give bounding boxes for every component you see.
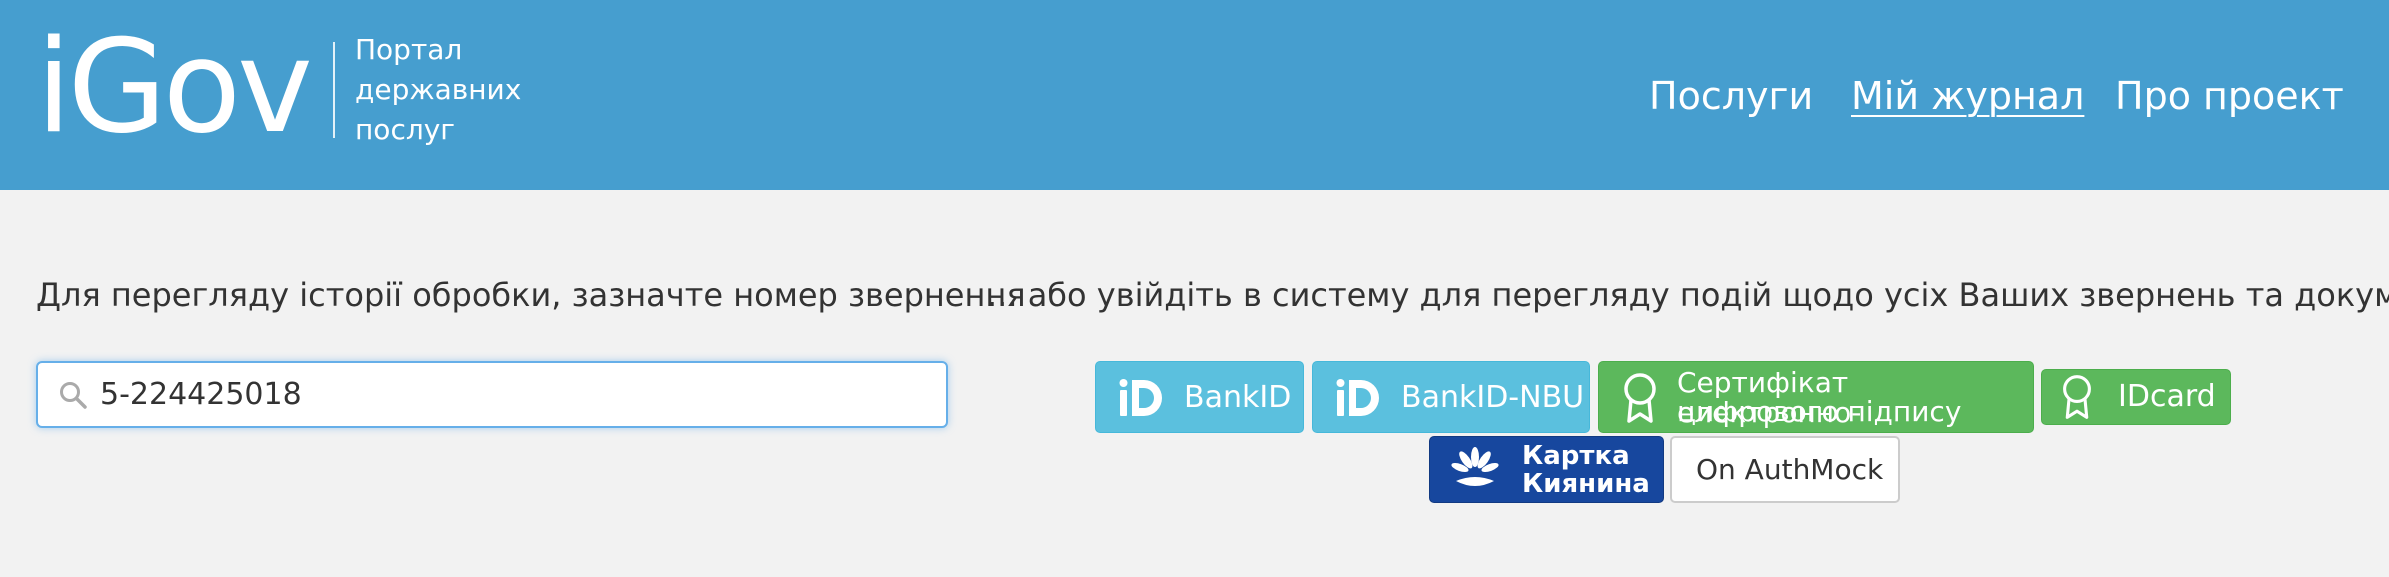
bankid-login-button[interactable]: BankID	[1095, 361, 1304, 433]
kyiv-card-label-line-2: Киянина	[1522, 469, 1650, 499]
chestnut-flower-icon	[1451, 447, 1499, 486]
tagline-line-3: послуг	[355, 113, 456, 146]
bankid-nbu-login-button[interactable]: BankID-NBU	[1312, 361, 1590, 433]
digital-signature-login-button[interactable]: Сертифікат електронно- цифрового підпису	[1598, 361, 2034, 433]
request-number-input[interactable]	[100, 363, 920, 426]
authmock-label: On AuthMock	[1696, 453, 1884, 486]
idcard-login-button[interactable]: IDcard	[2041, 369, 2231, 425]
nav-about-link[interactable]: Про проект	[2115, 70, 2344, 122]
cert-label-line-2: цифрового підпису	[1677, 395, 1962, 428]
bankid-logo-icon	[1336, 379, 1379, 416]
award-ribbon-icon	[1624, 373, 1656, 423]
bankid-logo-icon	[1119, 379, 1162, 416]
idcard-label: IDcard	[2118, 379, 2216, 414]
tagline-line-1: Портал	[355, 33, 463, 66]
igov-logo[interactable]: iGov	[36, 8, 313, 168]
bankid-label: BankID	[1184, 380, 1292, 415]
award-ribbon-icon	[2063, 375, 2091, 419]
nav-services-link[interactable]: Послуги	[1649, 70, 1813, 122]
search-box	[36, 361, 948, 428]
nav-my-journal-link[interactable]: Мій журнал	[1851, 70, 2084, 122]
kyiv-card-label-line-1: Картка	[1522, 441, 1630, 471]
search-icon	[60, 382, 87, 409]
kyiv-card-login-button[interactable]: Картка Киянина	[1429, 436, 1664, 503]
header-bar: iGov Портал державних послуг Послуги Мій…	[0, 0, 2389, 190]
portal-tagline: Портал державних послуг	[355, 30, 555, 150]
logo-divider	[333, 42, 335, 138]
login-instruction: ... або увійдіть в систему для перегляду…	[987, 276, 2389, 314]
bankid-nbu-label: BankID-NBU	[1401, 380, 1585, 415]
lookup-instruction: Для перегляду історії обробки, зазначте …	[36, 276, 1026, 314]
tagline-line-2: державних	[355, 73, 522, 106]
authmock-login-button[interactable]: On AuthMock	[1670, 436, 1900, 503]
